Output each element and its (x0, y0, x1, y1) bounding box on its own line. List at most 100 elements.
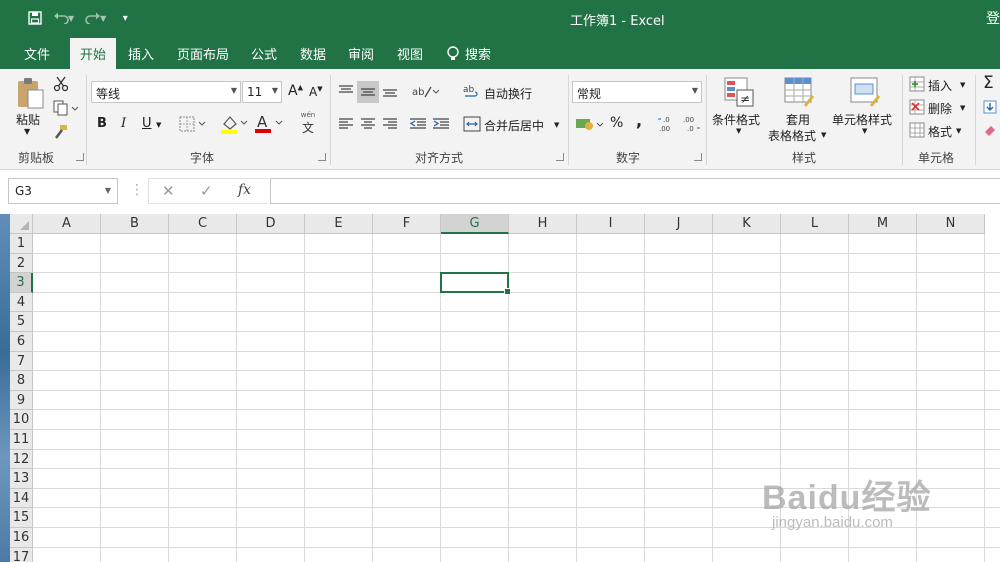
tab-formulas[interactable]: 公式 (251, 44, 277, 63)
underline-button[interactable]: U (142, 116, 152, 131)
row-header-14[interactable]: 14 (10, 488, 33, 509)
delete-cells-dropdown-icon[interactable]: ▼ (960, 104, 965, 112)
column-header-f[interactable]: F (373, 214, 441, 234)
align-left-button[interactable] (336, 115, 356, 133)
column-header-g[interactable]: G (441, 214, 509, 234)
row-header-8[interactable]: 8 (10, 371, 33, 391)
format-as-table-line1[interactable]: 套用 (786, 111, 810, 128)
autosum-button[interactable]: Σ (983, 73, 994, 93)
tab-view[interactable]: 视图 (397, 44, 423, 63)
align-bottom-button[interactable] (380, 81, 400, 101)
cancel-button[interactable]: ✕ (162, 182, 175, 200)
save-button[interactable] (22, 8, 48, 28)
increase-decimal-button[interactable]: .0.00 (656, 113, 678, 135)
number-launcher-icon[interactable] (694, 153, 702, 161)
format-as-table-button[interactable]: 表格格式 (768, 127, 816, 144)
row-header-12[interactable]: 12 (10, 449, 33, 470)
row-header-6[interactable]: 6 (10, 332, 33, 352)
paste-label[interactable]: 粘贴 (16, 111, 40, 128)
enter-button[interactable]: ✓ (200, 182, 213, 200)
sign-in-link[interactable]: 登 (986, 8, 1000, 28)
borders-button[interactable] (178, 115, 208, 133)
tell-me-search[interactable]: 搜索 (446, 44, 491, 63)
decrease-font-button[interactable]: A▼ (309, 85, 323, 99)
formula-input[interactable] (270, 178, 1000, 204)
row-header-11[interactable]: 11 (10, 430, 33, 450)
accounting-format-button[interactable] (574, 115, 606, 133)
comma-style-button[interactable]: , (636, 111, 642, 130)
worksheet-grid[interactable]: A B C D E F G H I J K L M N 1 2 3 4 5 6 7 8 9 10 11 12 13 14 15 16 17 (10, 214, 1000, 562)
column-header-k[interactable]: K (713, 214, 781, 234)
align-top-button[interactable] (336, 81, 356, 101)
active-cell-g3[interactable] (440, 272, 511, 295)
wrap-text-button[interactable]: 自动换行 (484, 85, 532, 102)
column-header-l[interactable]: L (781, 214, 849, 234)
redo-dropdown-icon[interactable]: ▼ (100, 14, 106, 23)
merge-center-button[interactable]: 合并后居中 (484, 117, 544, 134)
insert-function-button[interactable]: fx (238, 182, 251, 198)
merge-dropdown-icon[interactable]: ▼ (554, 121, 559, 129)
name-box-dropdown-icon[interactable]: ▼ (105, 186, 111, 195)
font-launcher-icon[interactable] (318, 153, 326, 161)
delete-cells-button[interactable]: 删除 (928, 100, 952, 117)
column-header-n[interactable]: N (917, 214, 985, 234)
format-table-dropdown-icon[interactable]: ▼ (821, 131, 826, 139)
underline-dropdown-icon[interactable]: ▼ (156, 121, 161, 129)
tab-insert[interactable]: 插入 (128, 44, 154, 63)
decrease-decimal-button[interactable]: .00.0 (680, 113, 702, 135)
row-header-15[interactable]: 15 (10, 508, 33, 528)
row-header-4[interactable]: 4 (10, 292, 33, 313)
phonetic-guide-button[interactable]: wén 文 (293, 111, 323, 135)
fill-button[interactable] (982, 99, 998, 115)
font-color-button[interactable]: A (253, 113, 285, 135)
align-center-button[interactable] (358, 115, 378, 133)
column-header-m[interactable]: M (849, 214, 917, 234)
customize-qat-button[interactable]: ▾ (112, 8, 138, 28)
undo-dropdown-icon[interactable]: ▼ (68, 14, 74, 23)
fill-color-button[interactable] (219, 113, 249, 135)
increase-indent-button[interactable] (431, 115, 451, 133)
alignment-launcher-icon[interactable] (556, 153, 564, 161)
bold-button[interactable]: B (97, 116, 107, 131)
tab-data[interactable]: 数据 (300, 44, 326, 63)
conditional-formatting-button[interactable]: 条件格式 (712, 111, 760, 128)
font-size-combo[interactable]: 11 ▼ (242, 81, 282, 103)
cell-styles-dropdown-icon[interactable]: ▼ (862, 127, 867, 135)
paste-button[interactable] (14, 75, 46, 111)
insert-cells-button[interactable]: 插入 (928, 77, 952, 94)
column-header-h[interactable]: H (509, 214, 577, 234)
font-name-combo[interactable]: 等线 ▼ (91, 81, 241, 103)
row-header-2[interactable]: 2 (10, 253, 33, 274)
row-header-1[interactable]: 1 (10, 234, 33, 254)
row-header-7[interactable]: 7 (10, 351, 33, 372)
paste-dropdown-icon[interactable]: ▼ (24, 127, 30, 136)
tab-file[interactable]: 文件 (24, 44, 50, 63)
format-painter-button[interactable] (52, 123, 70, 141)
decrease-indent-button[interactable] (408, 115, 428, 133)
format-cells-dropdown-icon[interactable]: ▼ (956, 127, 961, 135)
insert-cells-dropdown-icon[interactable]: ▼ (960, 81, 965, 89)
align-right-button[interactable] (380, 115, 400, 133)
row-header-3[interactable]: 3 (10, 273, 33, 293)
column-header-a[interactable]: A (33, 214, 101, 234)
clipboard-launcher-icon[interactable] (76, 153, 84, 161)
name-box[interactable]: G3 ▼ (8, 178, 118, 204)
column-header-i[interactable]: I (577, 214, 645, 234)
cut-button[interactable] (52, 75, 70, 93)
conditional-dropdown-icon[interactable]: ▼ (736, 127, 741, 135)
select-all-button[interactable] (10, 214, 33, 234)
italic-button[interactable]: I (121, 116, 126, 131)
tab-review[interactable]: 审阅 (348, 44, 374, 63)
format-cells-button[interactable]: 格式 (928, 123, 952, 140)
row-header-16[interactable]: 16 (10, 528, 33, 548)
row-header-13[interactable]: 13 (10, 469, 33, 489)
row-header-5[interactable]: 5 (10, 312, 33, 332)
tab-home[interactable]: 开始 (70, 38, 117, 69)
row-header-10[interactable]: 10 (10, 410, 33, 430)
column-header-c[interactable]: C (169, 214, 237, 234)
increase-font-button[interactable]: A▲ (288, 83, 303, 99)
formula-bar-grip-icon[interactable]: ⋮ (130, 182, 144, 198)
cell-styles-button[interactable]: 单元格样式 (832, 111, 892, 128)
column-header-j[interactable]: J (645, 214, 713, 234)
row-header-17[interactable]: 17 (10, 547, 33, 562)
